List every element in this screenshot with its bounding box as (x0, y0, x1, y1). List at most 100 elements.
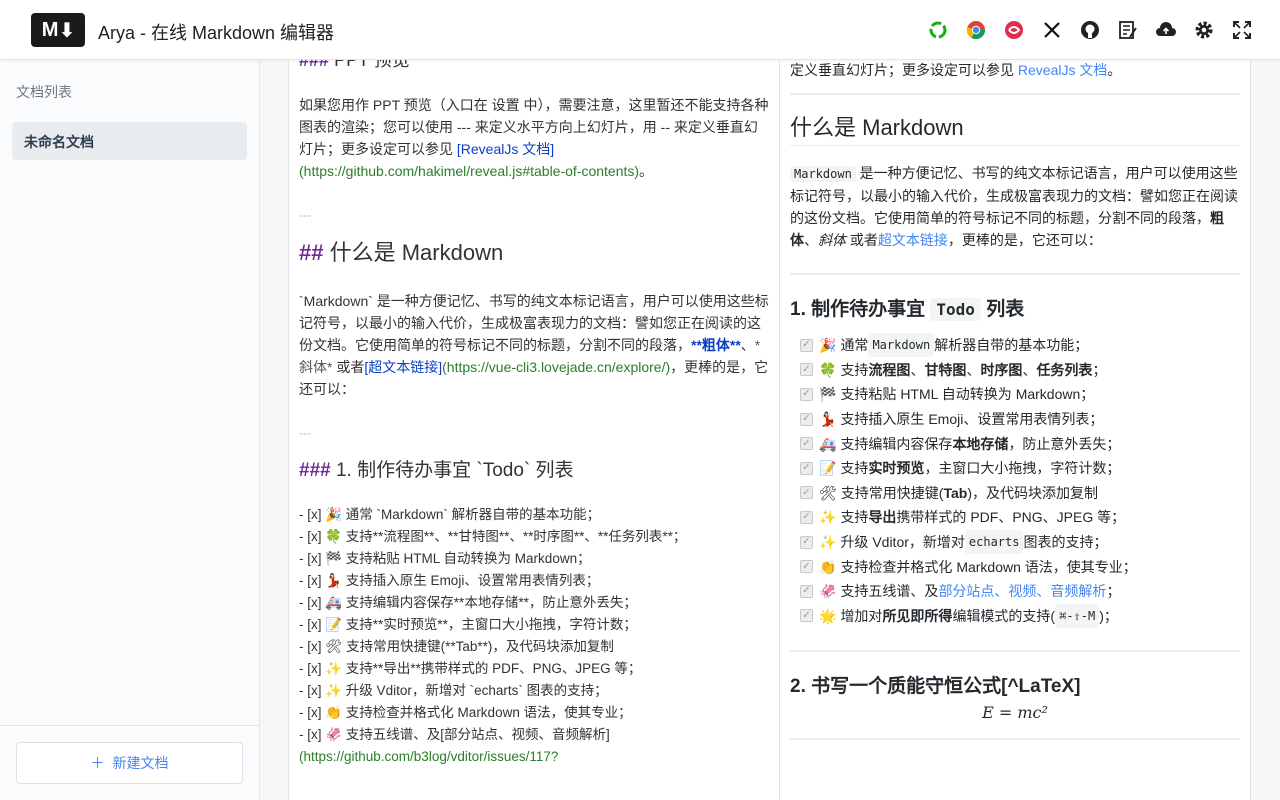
preview-task-item: ✓ 🚑 支持编辑内容保存 本地存储 ，防止意外丢失； (790, 431, 1240, 456)
task-text: 解析器自带的基本功能； (934, 337, 1089, 354)
plus-icon: ＋ (90, 755, 105, 771)
toolbar-icons (926, 18, 1254, 42)
task-text: 支持粘贴 HTML 自动转换为 Markdown； (840, 386, 1095, 403)
task-text: 通常 (840, 337, 869, 354)
task-text: 、 (1022, 361, 1037, 378)
hypertext-link[interactable]: 超文本链接 (878, 232, 948, 248)
sidebar-title: 文档列表 (16, 84, 72, 100)
editor-task-url: (https://github.com/b3log/vditor/issues/… (299, 749, 559, 764)
task-emoji-icon: ✨ (819, 509, 837, 526)
task-text: ⌘-⇧-M (1055, 603, 1100, 628)
preview-heading-todo: 1. 制作待办事宜 Todo 列表 (790, 298, 1025, 321)
latex-formula: E = mc² (982, 703, 1048, 723)
task-emoji-icon: 🎉 (819, 337, 837, 354)
preview-task-item: ✓ 📝 支持 实时预览 ，主窗口大小拖拽，字符计数； (790, 456, 1240, 481)
editor-hr-2: --- (299, 426, 311, 440)
editor-paragraph-ppt: 如果您用作 PPT 预览（入口在 设置 中），需要注意，这里暂还不能支持各种图表… (299, 97, 769, 179)
preview-paragraph-ppt: 定义垂直幻灯片；更多设定可以参见 RevealJs 文档。 (790, 62, 1122, 78)
editor-task-line: - [x] ✨ 支持**导出**携带样式的 PDF、PNG、JPEG 等； (299, 661, 642, 676)
task-checkbox[interactable]: ✓ (800, 387, 813, 401)
task-text: 支持常用快捷键( (840, 484, 944, 501)
task-checkbox[interactable]: ✓ (800, 412, 813, 426)
new-doc-button[interactable]: ＋ 新建文档 (16, 742, 243, 784)
task-text: 、 (966, 361, 981, 378)
task-emoji-icon: 🏁 (819, 386, 837, 403)
github-icon[interactable] (1078, 18, 1102, 42)
task-text: 支持五线谱、及 (840, 583, 939, 600)
task-emoji-icon: 💃🏻 (819, 411, 837, 428)
preview-hr-2 (790, 273, 1240, 275)
share-icon[interactable] (926, 18, 950, 42)
task-checkbox[interactable]: ✓ (800, 510, 813, 524)
preview-task-item: ✓ 🍀 支持 流程图、甘特图、时序图、任务列表； (790, 358, 1240, 383)
task-emoji-icon: 📝 (819, 460, 837, 477)
task-text: 所见即所得 (882, 607, 953, 624)
task-emoji-icon: 🚑 (819, 435, 837, 452)
task-checkbox[interactable]: ✓ (800, 486, 813, 500)
markdown-preview: 定义垂直幻灯片；更多设定可以参见 RevealJs 文档。 什么是 Markdo… (779, 60, 1251, 800)
editor-task-line: - [x] 🏁 支持粘贴 HTML 自动转换为 Markdown； (299, 551, 591, 566)
task-text: ，防止意外丢失； (1008, 435, 1121, 452)
editor-task-line: - [x] 🛠 支持常用快捷键(**Tab**)，及代码块添加复制 (299, 639, 614, 654)
task-text: ； (1106, 583, 1121, 600)
fullscreen-icon[interactable] (1230, 18, 1254, 42)
editor-task-line: - [x] 👏 支持检查并格式化 Markdown 语法，使其专业； (299, 705, 632, 720)
x-icon[interactable] (1040, 18, 1064, 42)
task-text: 实时预览 (868, 460, 925, 477)
edit-doc-icon[interactable] (1116, 18, 1140, 42)
sync-icon[interactable] (1002, 18, 1026, 42)
task-text: ； (1092, 361, 1107, 378)
task-checkbox[interactable]: ✓ (800, 338, 813, 352)
task-text: 支持检查并格式化 Markdown 语法，使其专业； (840, 558, 1137, 575)
task-text: Tab (943, 484, 968, 501)
task-checkbox[interactable]: ✓ (800, 535, 813, 549)
task-text: 支持 (840, 361, 869, 378)
task-emoji-icon: 🍀 (819, 361, 837, 378)
preview-task-item: ✓ ✨ 支持 导出 携带样式的 PDF、PNG、JPEG 等； (790, 505, 1240, 530)
task-emoji-icon: 👏 (819, 558, 837, 575)
editor-task-line: - [x] 🍀 支持**流程图**、**甘特图**、**时序图**、**任务列表… (299, 529, 687, 544)
task-checkbox[interactable]: ✓ (800, 609, 813, 623)
task-text: 本地存储 (952, 435, 1009, 452)
cloud-upload-icon[interactable] (1154, 18, 1178, 42)
task-text: 支持编辑内容保存 (840, 435, 953, 452)
preview-hr (790, 93, 1240, 95)
markdown-editor[interactable]: ### PPT 预览 如果您用作 PPT 预览（入口在 设置 中），需要注意，这… (288, 60, 779, 800)
preview-hr-3 (790, 650, 1240, 653)
task-text: 流程图 (868, 361, 911, 378)
app-logo[interactable]: M ⬇ (31, 13, 85, 47)
task-text: echarts (964, 530, 1024, 555)
editor-heading-markdown: ## 什么是 Markdown (299, 240, 504, 265)
app-title: Arya - 在线 Markdown 编辑器 (98, 23, 335, 43)
task-checkbox[interactable]: ✓ (800, 363, 813, 377)
task-text: )； (1099, 607, 1118, 624)
gear-icon[interactable] (1192, 18, 1216, 42)
top-bar: M ⬇ Arya - 在线 Markdown 编辑器 (0, 0, 1280, 60)
task-text: 导出 (868, 509, 897, 526)
editor-task-line: - [x] 🎉 通常 `Markdown` 解析器自带的基本功能； (299, 507, 601, 522)
chrome-icon[interactable] (964, 18, 988, 42)
preview-task-list: ✓ 🎉 通常 Markdown 解析器自带的基本功能； ✓ 🍀 支持 流程图、甘特图、时序图… (790, 333, 1240, 628)
preview-task-item: ✓ 🏁 支持粘贴 HTML 自动转换为 Markdown； (790, 382, 1240, 407)
task-text: 支持 (840, 509, 869, 526)
sidebar-footer: ＋ 新建文档 (0, 725, 259, 800)
preview-heading-latex: 2. 书写一个质能守恒公式[^LaTeX] (790, 676, 1081, 698)
editor-task-list: - [x] 🎉 通常 `Markdown` 解析器自带的基本功能； - [x] … (299, 504, 769, 768)
revealjs-link[interactable]: RevealJs 文档 (1018, 62, 1107, 78)
task-checkbox[interactable]: ✓ (800, 437, 813, 451)
task-checkbox[interactable]: ✓ (800, 584, 813, 598)
preview-task-item: ✓ ✨ 升级 Vditor，新增对 echarts 图表的支持； (790, 530, 1240, 555)
sidebar-item-untitled-doc[interactable]: 未命名文档 (12, 122, 247, 160)
preview-hr-4 (790, 738, 1240, 741)
task-text: 支持插入原生 Emoji、设置常用表情列表； (840, 411, 1104, 428)
preview-task-item: ✓ 🛠 支持常用快捷键(Tab)，及代码块添加复制 (790, 481, 1240, 506)
task-checkbox[interactable]: ✓ (800, 461, 813, 475)
editor-heading-ppt: ### PPT 预览 (299, 60, 410, 70)
editor-task-line: - [x] 🦑 支持五线谱、及[部分站点、视频、音频解析] (299, 727, 610, 742)
task-text: 支持 (840, 460, 869, 477)
task-text: )，及代码块添加复制 (967, 484, 1098, 501)
task-checkbox[interactable]: ✓ (800, 560, 813, 574)
task-text[interactable]: 部分站点、视频、音频解析 (938, 580, 1106, 602)
task-text: 时序图 (980, 361, 1023, 378)
task-text: 任务列表 (1036, 361, 1093, 378)
